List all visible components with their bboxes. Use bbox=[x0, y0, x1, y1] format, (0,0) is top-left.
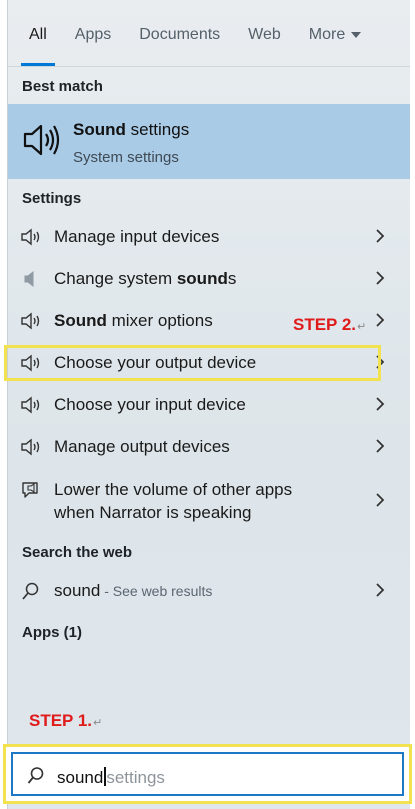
settings-item-change-system-sounds[interactable]: Change system sounds bbox=[8, 259, 410, 299]
narrator-icon bbox=[22, 482, 38, 498]
step2-annotation: STEP 2.↵ bbox=[293, 315, 367, 334]
speaker-icon bbox=[21, 228, 40, 246]
tab-web[interactable]: Web bbox=[248, 0, 281, 66]
settings-item-label: Lower the volume of other apps when Narra… bbox=[54, 480, 293, 522]
chevron-right-icon bbox=[376, 313, 385, 327]
tab-apps[interactable]: Apps bbox=[75, 0, 111, 66]
settings-item-label: Manage output devices bbox=[54, 437, 230, 456]
chevron-right-icon bbox=[376, 493, 385, 507]
settings-item-choose-input-device[interactable]: Choose your input device bbox=[8, 385, 410, 425]
search-icon bbox=[22, 582, 39, 600]
best-match-subtitle: System settings bbox=[73, 149, 179, 166]
search-text: sound settings bbox=[57, 767, 165, 787]
tab-all[interactable]: All bbox=[21, 0, 55, 66]
speaker-icon bbox=[23, 124, 60, 156]
web-result-label: sound - See web results bbox=[54, 581, 213, 600]
chevron-right-icon bbox=[376, 583, 385, 597]
settings-item-narrator-volume[interactable]: Lower the volume of other apps when Narra… bbox=[8, 476, 410, 526]
apps-header: Apps (1) bbox=[22, 624, 82, 641]
tab-more[interactable]: More bbox=[308, 0, 362, 66]
speaker-muted-icon bbox=[24, 270, 34, 288]
chevron-right-icon bbox=[376, 439, 385, 453]
search-icon bbox=[27, 767, 44, 784]
tab-label: Apps bbox=[74, 26, 112, 43]
settings-header: Settings bbox=[22, 190, 82, 207]
chevron-right-icon bbox=[376, 397, 385, 411]
search-web-header: Search the web bbox=[22, 544, 133, 561]
tab-documents[interactable]: Documents bbox=[139, 0, 220, 66]
search-panel: All Apps Documents Web More Best match S… bbox=[7, 0, 410, 809]
speaker-icon bbox=[21, 312, 40, 330]
tab-label: More bbox=[308, 26, 346, 43]
step1-highlight-box: sound settings bbox=[3, 744, 412, 804]
speaker-icon bbox=[21, 396, 40, 414]
tab-label: Documents bbox=[139, 26, 221, 43]
settings-item-manage-output-devices[interactable]: Manage output devices bbox=[8, 427, 410, 467]
chevron-right-icon bbox=[376, 229, 385, 243]
web-result-sound[interactable]: sound - See web results bbox=[8, 571, 410, 611]
tab-bar: All Apps Documents Web More bbox=[8, 0, 410, 66]
step1-annotation: STEP 1.↵ bbox=[29, 711, 103, 730]
tab-label: Web bbox=[248, 26, 281, 43]
step2-highlight-box bbox=[4, 345, 381, 381]
settings-item-label: Choose your input device bbox=[54, 395, 246, 414]
chevron-right-icon bbox=[376, 271, 385, 285]
settings-item-label: Change system sounds bbox=[54, 269, 237, 288]
settings-item-manage-input-devices[interactable]: Manage input devices bbox=[8, 217, 410, 257]
settings-item-label: Manage input devices bbox=[54, 227, 220, 246]
search-input[interactable]: sound settings bbox=[11, 752, 404, 796]
tab-label: All bbox=[29, 26, 47, 43]
best-match-title: Sound settings bbox=[73, 120, 190, 139]
best-match-header: Best match bbox=[22, 78, 103, 95]
tabs-divider bbox=[8, 66, 410, 67]
chevron-down-icon bbox=[351, 31, 362, 38]
speaker-icon bbox=[21, 438, 40, 456]
settings-item-label: Sound mixer options bbox=[54, 311, 213, 330]
best-match-sound-settings[interactable]: Sound settings System settings bbox=[8, 104, 410, 179]
